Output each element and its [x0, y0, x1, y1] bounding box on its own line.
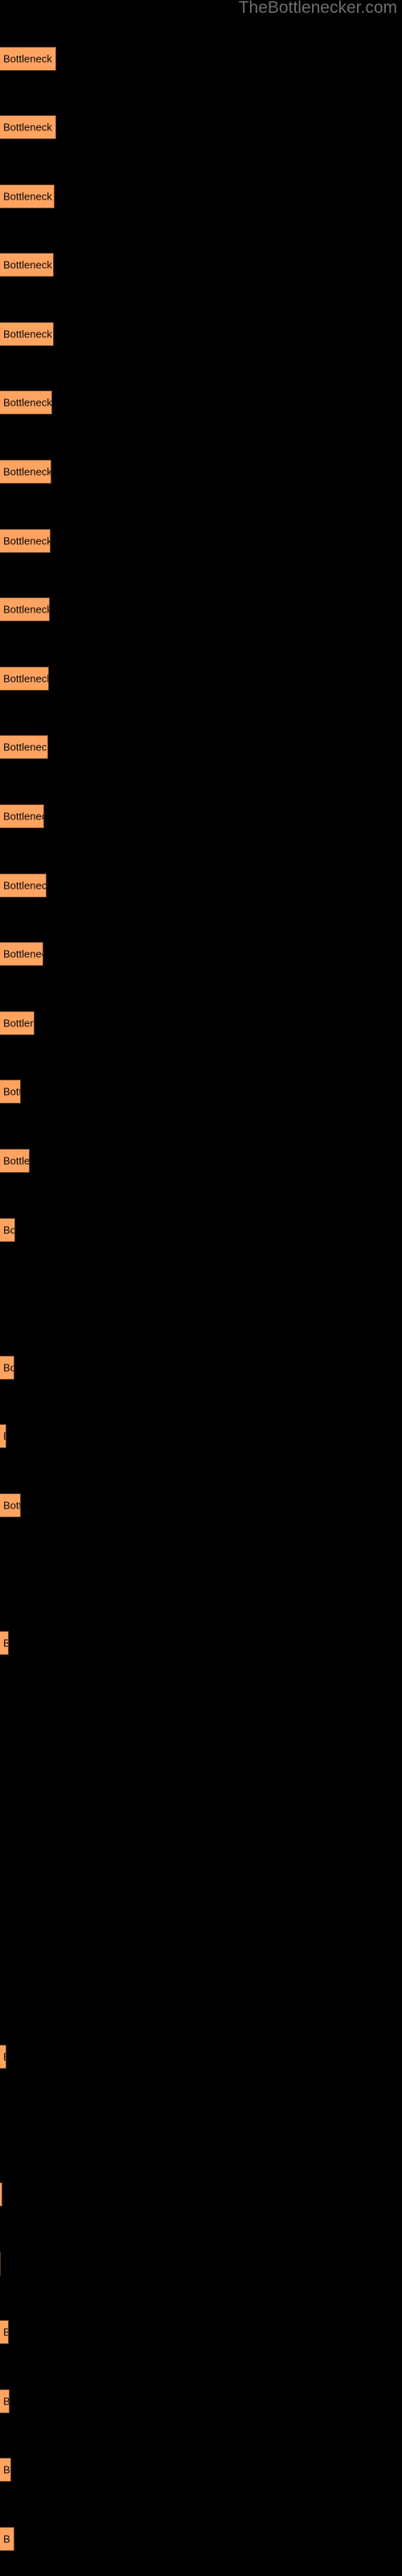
bar-label: Bottlenec: [3, 1017, 34, 1030]
bar-label: B: [3, 2051, 6, 2063]
bar-label: B: [3, 1430, 6, 1443]
bar-label: Bottleneck resu: [3, 603, 50, 616]
bar-22: Bott: [0, 1493, 21, 1517]
bar-16: Bott: [0, 1080, 21, 1104]
bar-32: [0, 2182, 2, 2207]
bar-38: B: [0, 2527, 14, 2551]
bar-9: Bottleneck resu: [0, 597, 50, 621]
bar-label: Bo: [3, 1224, 15, 1236]
bar-15: Bottlenec: [0, 1011, 35, 1035]
bar-label: Bottleneck result: [3, 121, 55, 134]
bar-label: Bottleneck re: [3, 810, 43, 823]
bar-label: Bott: [3, 1499, 21, 1512]
bar-34: B: [0, 2320, 9, 2344]
bar-4: Bottleneck resul: [0, 253, 54, 277]
bar-1: Bottleneck result: [0, 47, 56, 71]
bar-10: Bottleneck resu: [0, 667, 49, 691]
bottleneck-bar-chart: TheBottlenecker.com Bottleneck result Bot…: [0, 0, 402, 2576]
bar-label: Bottleneck resu: [3, 396, 52, 409]
bar-label: Bottleneck res: [3, 879, 47, 892]
bar-label: Bottleneck res: [3, 741, 48, 753]
bar-12: Bottleneck re: [0, 804, 44, 828]
bar-18: Bo: [0, 1218, 15, 1242]
bar-17: Bottlen: [0, 1149, 30, 1173]
bar-11: Bottleneck res: [0, 735, 48, 759]
bar-label: B: [3, 2533, 10, 2545]
bar-label: Bottleneck resu: [3, 535, 51, 547]
bar-label: Bott: [3, 1085, 21, 1098]
bar-2: Bottleneck result: [0, 115, 56, 139]
bar-3: Bottleneck result: [0, 184, 55, 208]
bar-label: Bottleneck resul: [3, 258, 53, 271]
bar-36: B: [0, 2389, 10, 2413]
bar-label: Bottleneck result: [3, 328, 53, 341]
bar-label: Bo: [3, 1361, 14, 1374]
bar-5: Bottleneck result: [0, 322, 54, 346]
bar-label: Bottleneck resu: [3, 672, 49, 685]
bar-label: Bottlen: [3, 1154, 30, 1167]
bar-label: B: [3, 2326, 8, 2339]
bar-21: B: [0, 1424, 6, 1448]
bar-label: Bottleneck result: [3, 52, 55, 65]
bar-8: Bottleneck resu: [0, 529, 51, 553]
site-watermark: TheBottlenecker.com: [238, 0, 397, 17]
bar-label: Bottleneck result: [3, 190, 54, 203]
bar-30: B: [0, 2045, 6, 2069]
bar-14: Bottleneck re: [0, 942, 43, 966]
bar-24: B: [0, 1631, 9, 1655]
bar-37: B: [0, 2458, 11, 2482]
bar-label: Bottleneck resu: [3, 465, 51, 478]
bar-13: Bottleneck res: [0, 873, 47, 898]
bar-label: Bottleneck re: [3, 947, 43, 960]
bar-label: B: [3, 2463, 10, 2476]
bar-7: Bottleneck resu: [0, 460, 51, 484]
bar-label: B: [3, 1637, 8, 1649]
bar-20: Bo: [0, 1356, 14, 1380]
bar-33: [0, 2252, 1, 2276]
bar-label: B: [3, 2395, 10, 2408]
bar-6: Bottleneck resu: [0, 390, 52, 415]
